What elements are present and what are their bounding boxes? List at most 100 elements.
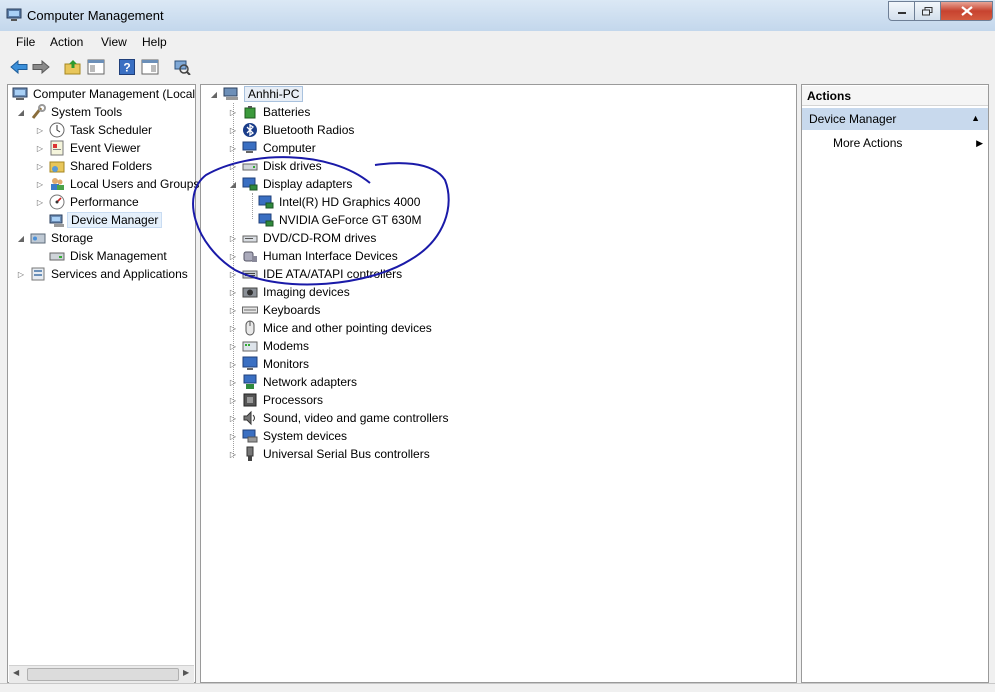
device-category[interactable]: ▷ Bluetooth Radios <box>228 121 354 139</box>
collapsed-arrow-icon[interactable]: ▷ <box>228 432 238 441</box>
collapsed-arrow-icon[interactable]: ▷ <box>228 108 238 117</box>
expanded-arrow-icon[interactable]: ◢ <box>16 234 26 243</box>
collapsed-arrow-icon[interactable]: ▷ <box>228 288 238 297</box>
collapsed-arrow-icon[interactable]: ▷ <box>228 396 238 405</box>
menu-help[interactable]: Help <box>142 35 167 49</box>
tree-root-computer-management[interactable]: Computer Management (Local <box>12 85 195 103</box>
device-tree-root-label: Anhhi-PC <box>244 86 304 102</box>
collapse-up-icon[interactable]: ▲ <box>971 113 980 123</box>
collapsed-arrow-icon[interactable]: ▷ <box>228 144 238 153</box>
device-category[interactable]: ▷ Mice and other pointing devices <box>228 319 432 337</box>
tree-item-task-scheduler[interactable]: ▷ Task Scheduler <box>35 121 152 139</box>
scroll-left-icon[interactable]: ◀ <box>13 668 19 677</box>
device-label: Disk drives <box>263 159 322 173</box>
tree-item-label: Device Manager <box>67 212 163 228</box>
tree-item-services-and-applications[interactable]: ▷ Services and Applications <box>16 265 188 283</box>
collapsed-arrow-icon[interactable]: ▷ <box>228 162 238 171</box>
collapsed-arrow-icon[interactable]: ▷ <box>16 270 26 279</box>
device-item[interactable]: Intel(R) HD Graphics 4000 <box>258 193 420 211</box>
forward-button[interactable] <box>31 57 50 76</box>
back-arrow-icon <box>9 59 27 74</box>
device-category[interactable]: ▷ Imaging devices <box>228 283 350 301</box>
console-tree-horizontal-scrollbar[interactable]: ◀ ▶ <box>9 665 194 683</box>
menu-file[interactable]: File <box>16 35 35 49</box>
collapsed-arrow-icon[interactable]: ▷ <box>228 126 238 135</box>
maximize-button[interactable] <box>915 1 941 21</box>
collapsed-arrow-icon[interactable]: ▷ <box>35 198 45 207</box>
collapsed-arrow-icon[interactable]: ▷ <box>35 162 45 171</box>
collapsed-arrow-icon[interactable]: ▷ <box>35 126 45 135</box>
close-button[interactable] <box>941 1 993 21</box>
device-label: Mice and other pointing devices <box>263 321 432 335</box>
device-category[interactable]: ▷ Monitors <box>228 355 309 373</box>
device-category[interactable]: ▷ DVD/CD-ROM drives <box>228 229 376 247</box>
tree-item-disk-management[interactable]: Disk Management <box>35 247 167 265</box>
tree-item-performance[interactable]: ▷ Performance <box>35 193 139 211</box>
device-label: Keyboards <box>263 303 321 317</box>
device-category[interactable]: ▷ Processors <box>228 391 323 409</box>
device-category[interactable]: ▷ IDE ATA/ATAPI controllers <box>228 265 402 283</box>
collapsed-arrow-icon[interactable]: ▷ <box>228 360 238 369</box>
help-button[interactable]: ? <box>117 57 136 76</box>
device-label: System devices <box>263 429 348 443</box>
device-category[interactable]: ▷ Universal Serial Bus controllers <box>228 445 430 463</box>
tree-item-device-manager[interactable]: Device Manager <box>35 211 163 229</box>
computer-icon <box>242 140 258 156</box>
device-label: Monitors <box>263 357 310 371</box>
device-tree-root[interactable]: ◢ Anhhi-PC <box>209 85 304 103</box>
show-hide-action-pane-button[interactable] <box>140 57 159 76</box>
device-item[interactable]: NVIDIA GeForce GT 630M <box>258 211 422 229</box>
collapsed-arrow-icon[interactable]: ▷ <box>228 270 238 279</box>
device-category[interactable]: ▷ System devices <box>228 427 347 445</box>
tree-item-storage[interactable]: ◢ Storage <box>16 229 93 247</box>
collapsed-arrow-icon[interactable]: ▷ <box>228 306 238 315</box>
device-category[interactable]: ▷ Keyboards <box>228 301 320 319</box>
device-category[interactable]: ▷ Network adapters <box>228 373 357 391</box>
scrollbar-thumb[interactable] <box>27 668 179 681</box>
device-category[interactable]: ▷ Human Interface Devices <box>228 247 398 265</box>
tree-item-label: Task Scheduler <box>70 123 153 137</box>
tree-item-system-tools[interactable]: ◢ System Tools <box>16 103 122 121</box>
device-category[interactable]: ▷ Computer <box>228 139 316 157</box>
device-label: Display adapters <box>263 177 353 191</box>
menu-view[interactable]: View <box>101 35 127 49</box>
actions-section-device-manager[interactable]: Device Manager ▲ <box>802 108 988 130</box>
collapsed-arrow-icon[interactable]: ▷ <box>228 414 238 423</box>
back-button[interactable] <box>9 57 28 76</box>
computer-management-icon <box>6 8 22 21</box>
tree-item-event-viewer[interactable]: ▷ Event Viewer <box>35 139 140 157</box>
bluetooth-icon <box>242 122 258 138</box>
show-hide-console-tree-button[interactable] <box>86 57 105 76</box>
menu-action[interactable]: Action <box>50 35 83 49</box>
close-icon <box>960 6 973 16</box>
device-category[interactable]: ◢ Display adapters <box>228 175 352 193</box>
shared-folder-icon <box>49 158 65 174</box>
device-category[interactable]: ▷ Sound, video and game controllers <box>228 409 448 427</box>
expanded-arrow-icon[interactable]: ◢ <box>228 180 238 189</box>
tree-item-shared-folders[interactable]: ▷ Shared Folders <box>35 157 152 175</box>
tree-item-label: Disk Management <box>70 249 167 263</box>
sound-icon <box>242 410 258 426</box>
collapsed-arrow-icon[interactable]: ▷ <box>35 144 45 153</box>
expanded-arrow-icon[interactable]: ◢ <box>209 90 219 99</box>
scan-hardware-button[interactable] <box>172 57 191 76</box>
collapsed-arrow-icon[interactable]: ▷ <box>228 378 238 387</box>
expanded-arrow-icon[interactable]: ◢ <box>16 108 26 117</box>
more-actions-item[interactable]: More Actions ▶ <box>833 134 983 152</box>
menu-bar: File Action View Help <box>0 31 995 53</box>
collapsed-arrow-icon[interactable]: ▷ <box>228 324 238 333</box>
collapsed-arrow-icon[interactable]: ▷ <box>228 342 238 351</box>
up-level-button[interactable] <box>63 57 82 76</box>
collapsed-arrow-icon[interactable]: ▷ <box>228 252 238 261</box>
minimize-button[interactable] <box>888 1 915 21</box>
scroll-right-icon[interactable]: ▶ <box>183 668 189 677</box>
collapsed-arrow-icon[interactable]: ▷ <box>228 450 238 459</box>
device-manager-icon <box>49 212 65 228</box>
collapsed-arrow-icon[interactable]: ▷ <box>35 180 45 189</box>
disk-icon <box>49 248 65 264</box>
device-category[interactable]: ▷ Modems <box>228 337 309 355</box>
device-category[interactable]: ▷ Disk drives <box>228 157 322 175</box>
tree-item-local-users-and-groups[interactable]: ▷ Local Users and Groups <box>35 175 199 193</box>
collapsed-arrow-icon[interactable]: ▷ <box>228 234 238 243</box>
device-category[interactable]: ▷ Batteries <box>228 103 310 121</box>
